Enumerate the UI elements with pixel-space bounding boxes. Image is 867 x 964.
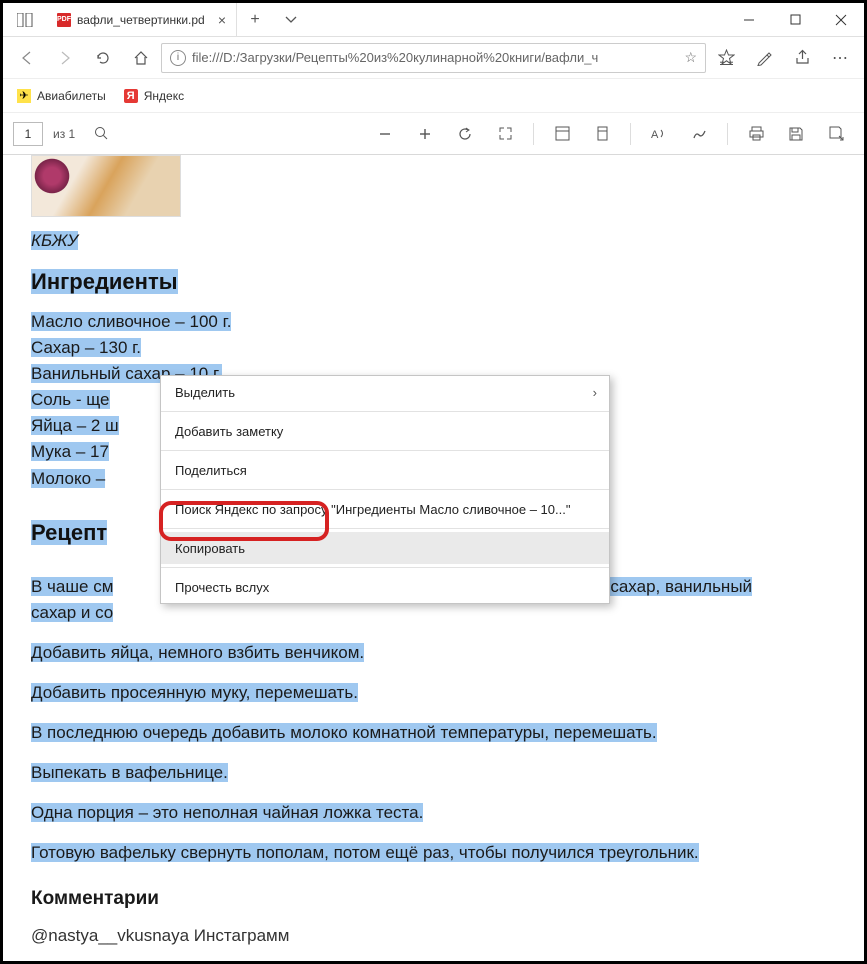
ingredient-line: Мука – 17 [31, 442, 109, 461]
forward-button[interactable] [47, 40, 83, 76]
pdf-toolbar: 1 из 1 A [3, 113, 864, 155]
bookmark-yandex[interactable]: Я Яндекс [124, 89, 184, 103]
ctx-label: Выделить [175, 385, 235, 400]
ingredient-line: Сахар – 130 г. [31, 338, 141, 357]
layout-icon[interactable] [544, 116, 580, 152]
draw-icon[interactable] [681, 116, 717, 152]
recipe-step: В последнюю очередь добавить молоко комн… [31, 723, 657, 742]
back-button[interactable] [9, 40, 45, 76]
heading-recipe: Рецепт [31, 520, 107, 545]
notes-icon[interactable] [746, 50, 782, 66]
recipe-image [31, 155, 181, 217]
ctx-search-yandex[interactable]: Поиск Яндекс по запросу "Ингредиенты Мас… [161, 493, 609, 525]
window-minimize-button[interactable] [726, 3, 772, 36]
home-button[interactable] [123, 40, 159, 76]
window-titlebar: PDF вафли_четвертинки.pd × + [3, 3, 864, 37]
ctx-copy[interactable]: Копировать [161, 532, 609, 564]
heading-comments: Комментарии [31, 888, 836, 910]
ingredient-line: Яйца – 2 ш [31, 416, 119, 435]
site-info-icon[interactable]: i [170, 50, 186, 66]
bookmark-aviabilety[interactable]: ✈ Авиабилеты [17, 89, 106, 103]
ctx-label: Прочесть вслух [175, 580, 269, 595]
window-maximize-button[interactable] [772, 3, 818, 36]
recipe-step: сахар и со [31, 603, 113, 622]
bookmark-label: Авиабилеты [37, 89, 106, 103]
ctx-label: Копировать [175, 541, 245, 556]
page-total-label: из 1 [47, 127, 79, 141]
bookmark-label: Яндекс [144, 89, 184, 103]
fit-page-icon[interactable] [487, 116, 523, 152]
ctx-share[interactable]: Поделиться [161, 454, 609, 486]
save-as-icon[interactable] [818, 116, 854, 152]
ctx-label: Поиск Яндекс по запросу "Ингредиенты Мас… [175, 502, 570, 517]
context-menu: Выделить › Добавить заметку Поделиться По… [160, 375, 610, 604]
ctx-label: Добавить заметку [175, 424, 283, 439]
ctx-select[interactable]: Выделить › [161, 376, 609, 408]
favorites-icon[interactable] [708, 49, 744, 66]
new-tab-button[interactable]: + [237, 3, 273, 36]
chevron-right-icon: › [593, 385, 597, 400]
plane-icon: ✈ [17, 89, 31, 103]
tab-close-icon[interactable]: × [218, 12, 226, 28]
share-icon[interactable] [784, 49, 820, 66]
zoom-in-icon[interactable] [407, 116, 443, 152]
recipe-step: Одна порция – это неполная чайная ложка … [31, 803, 423, 822]
url-text: file:///D:/Загрузки/Рецепты%20из%20кулин… [192, 50, 678, 65]
refresh-button[interactable] [85, 40, 121, 76]
heading-ingredients: Ингредиенты [31, 269, 178, 294]
rotate-icon[interactable] [447, 116, 483, 152]
print-icon[interactable] [738, 116, 774, 152]
ctx-read-aloud[interactable]: Прочесть вслух [161, 571, 609, 603]
recipe-step: Готовую вафельку свернуть пополам, потом… [31, 843, 699, 862]
ingredient-line: Соль - ще [31, 390, 110, 409]
page-view-icon[interactable] [584, 116, 620, 152]
ctx-label: Поделиться [175, 463, 247, 478]
address-bar: i file:///D:/Загрузки/Рецепты%20из%20кул… [3, 37, 864, 79]
recipe-step: В чаше см [31, 577, 113, 596]
recipe-step: Добавить просеянную муку, перемешать. [31, 683, 358, 702]
zoom-out-icon[interactable] [367, 116, 403, 152]
more-menu-icon[interactable]: ⋯ [822, 48, 858, 68]
recipe-step: Выпекать в вафельнице. [31, 763, 228, 782]
find-icon[interactable] [83, 116, 119, 152]
pdf-file-icon: PDF [57, 13, 71, 27]
url-box[interactable]: i file:///D:/Загрузки/Рецепты%20из%20кул… [161, 43, 706, 73]
favorite-star-icon[interactable]: ☆ [684, 49, 697, 66]
ingredient-line: Молоко – [31, 469, 105, 488]
read-aloud-icon[interactable]: A [641, 116, 677, 152]
text-kbju: КБЖУ [31, 231, 78, 250]
tab-actions-icon[interactable] [3, 3, 47, 36]
svg-text:A: A [651, 129, 659, 141]
ctx-add-note[interactable]: Добавить заметку [161, 415, 609, 447]
browser-tab[interactable]: PDF вафли_четвертинки.pd × [47, 3, 237, 36]
author-line: @nastya__vkusnaya Инстаграмм [31, 926, 836, 946]
yandex-icon: Я [124, 89, 138, 103]
tab-title: вафли_четвертинки.pd [77, 13, 205, 27]
ingredient-line: Масло сливочное – 100 г. [31, 312, 231, 331]
save-icon[interactable] [778, 116, 814, 152]
bookmarks-bar: ✈ Авиабилеты Я Яндекс [3, 79, 864, 113]
recipe-step: Добавить яйца, немного взбить венчиком. [31, 643, 364, 662]
page-number-input[interactable]: 1 [13, 122, 43, 146]
tab-dropdown-icon[interactable] [273, 3, 309, 36]
window-close-button[interactable] [818, 3, 864, 36]
